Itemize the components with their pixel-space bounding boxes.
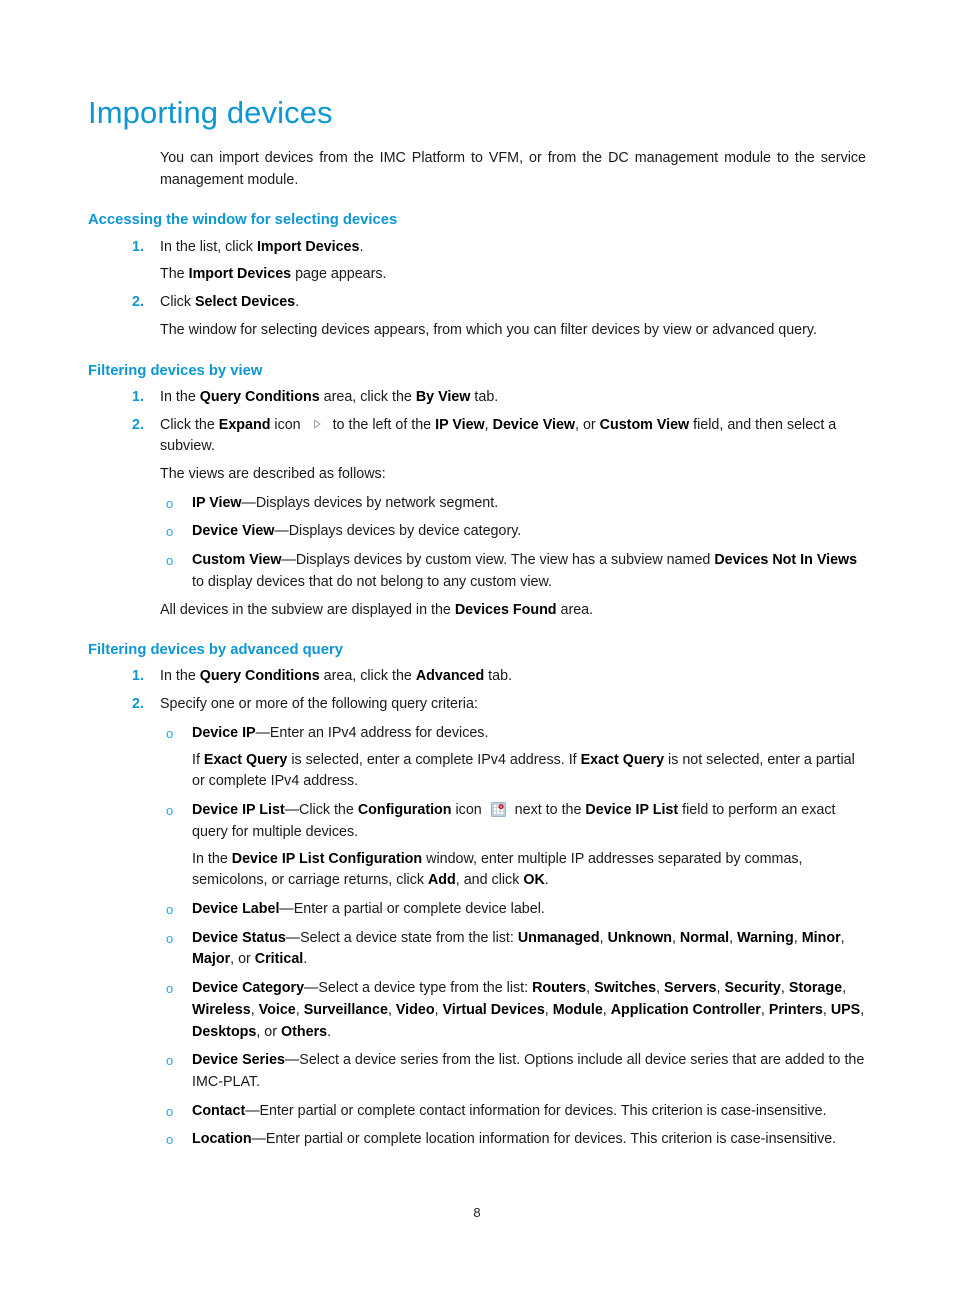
list-item-text: Device Category—Select a device type fro… xyxy=(192,980,865,1040)
list-item: o Device IP List—Click the Configuration… xyxy=(88,800,866,843)
intro-paragraph: You can import devices from the IMC Plat… xyxy=(160,150,866,188)
list-item: o Device Label—Enter a partial or comple… xyxy=(88,899,866,921)
step-number: 2. xyxy=(132,696,144,713)
section-heading: Filtering devices by view xyxy=(88,362,263,379)
bullet-o-icon: o xyxy=(166,553,174,569)
bullet-o-icon: o xyxy=(166,981,174,997)
list-item-text: Device IP List—Click the Configuration i… xyxy=(192,802,836,840)
bullet-o-icon: o xyxy=(166,803,174,819)
bullet-o-icon: o xyxy=(166,524,174,540)
step-text: Click Select Devices. xyxy=(160,294,300,311)
list-item-text: Device Series—Select a device series fro… xyxy=(192,1052,865,1090)
list-item: o Device IP—Enter an IPv4 address for de… xyxy=(88,723,866,745)
step-number: 1. xyxy=(132,238,144,255)
list-item-text: Custom View—Displays devices by custom v… xyxy=(192,552,858,590)
step-list: 1. In the Query Conditions area, click t… xyxy=(88,387,866,486)
list-item-text: IP View—Displays devices by network segm… xyxy=(192,494,499,511)
list-item: o IP View—Displays devices by network se… xyxy=(88,493,866,515)
step-text: Click the Expand icon to the left of the… xyxy=(160,416,837,455)
step-text: Specify one or more of the following que… xyxy=(160,696,478,713)
step-number: 2. xyxy=(132,294,144,311)
bullet-o-icon: o xyxy=(166,495,174,511)
step-item: 1. In the list, click Import Devices. xyxy=(88,237,866,259)
section-accessing-the-window: Accessing the window for selecting devic… xyxy=(88,211,866,341)
section-filtering-by-view: Filtering devices by view 1. In the Quer… xyxy=(88,362,866,622)
list-item-text: Device View—Displays devices by device c… xyxy=(192,523,522,540)
page-number: 8 xyxy=(473,1205,481,1220)
step-continuation: The Import Devices page appears. xyxy=(160,266,387,283)
list-item: o Device Category—Select a device type f… xyxy=(88,978,866,1043)
step-item: 2. Specify one or more of the following … xyxy=(88,694,866,716)
list-item-text: Contact—Enter partial or complete contac… xyxy=(192,1102,827,1119)
bullet-o-icon: o xyxy=(166,1132,174,1148)
bullet-o-icon: o xyxy=(166,930,174,946)
section-filtering-by-advanced-query: Filtering devices by advanced query 1. I… xyxy=(88,641,866,1151)
list-item: o Device View—Displays devices by device… xyxy=(88,521,866,543)
document-page: Importing devices You can import devices… xyxy=(0,0,954,1296)
step-item: 2. Click the Expand icon to the left of … xyxy=(88,415,866,458)
list-item: o Contact—Enter partial or complete cont… xyxy=(88,1101,866,1123)
bullet-o-icon: o xyxy=(166,901,174,917)
section-heading: Filtering devices by advanced query xyxy=(88,642,343,659)
page-title: Importing devices xyxy=(88,95,333,130)
step-text: In the list, click Import Devices. xyxy=(160,238,364,255)
list-item: o Device Series—Select a device series f… xyxy=(88,1050,866,1093)
list-item-text: Device Status—Select a device state from… xyxy=(192,929,845,968)
step-list: 1. In the Query Conditions area, click t… xyxy=(88,666,866,715)
bullet-o-icon: o xyxy=(166,725,174,741)
list-item: o Custom View—Displays devices by custom… xyxy=(88,550,866,593)
step-continuation: The views are described as follows: xyxy=(160,465,386,482)
page-content: You can import devices from the IMC Plat… xyxy=(88,148,866,1151)
step-item: 2. Click Select Devices. xyxy=(88,292,866,314)
bullet-o-icon: o xyxy=(166,1103,174,1119)
step-list: 1. In the list, click Import Devices. Th… xyxy=(88,237,866,342)
list-item-text: Device Label—Enter a partial or complete… xyxy=(192,900,545,917)
step-number: 1. xyxy=(132,668,144,685)
section-closing-text: All devices in the subview are displayed… xyxy=(160,601,594,618)
step-number: 1. xyxy=(132,388,144,405)
list-item-text: Location—Enter partial or complete locat… xyxy=(192,1131,837,1148)
bullet-o-icon: o xyxy=(166,1053,174,1069)
step-text: In the Query Conditions area, click the … xyxy=(160,668,513,685)
section-heading: Accessing the window for selecting devic… xyxy=(88,212,398,229)
step-continuation: The window for selecting devices appears… xyxy=(160,321,817,338)
step-number: 2. xyxy=(132,416,144,433)
expand-triangle-icon[interactable] xyxy=(311,416,323,429)
list-item: o Device Status—Select a device state fr… xyxy=(88,928,866,971)
step-item: 1. In the Query Conditions area, click t… xyxy=(88,387,866,409)
list-item-text: Device IP—Enter an IPv4 address for devi… xyxy=(192,724,489,741)
list-item: o Location—Enter partial or complete loc… xyxy=(88,1129,866,1151)
list-item-continuation: If Exact Query is selected, enter a comp… xyxy=(192,751,855,790)
view-bullet-list: o IP View—Displays devices by network se… xyxy=(88,493,866,594)
step-item: 1. In the Query Conditions area, click t… xyxy=(88,666,866,688)
query-criteria-list: o Device IP—Enter an IPv4 address for de… xyxy=(88,723,866,1151)
step-text: In the Query Conditions area, click the … xyxy=(160,388,499,405)
configuration-grid-icon[interactable]: 9 xyxy=(490,802,506,818)
list-item-continuation: In the Device IP List Configuration wind… xyxy=(192,850,803,889)
